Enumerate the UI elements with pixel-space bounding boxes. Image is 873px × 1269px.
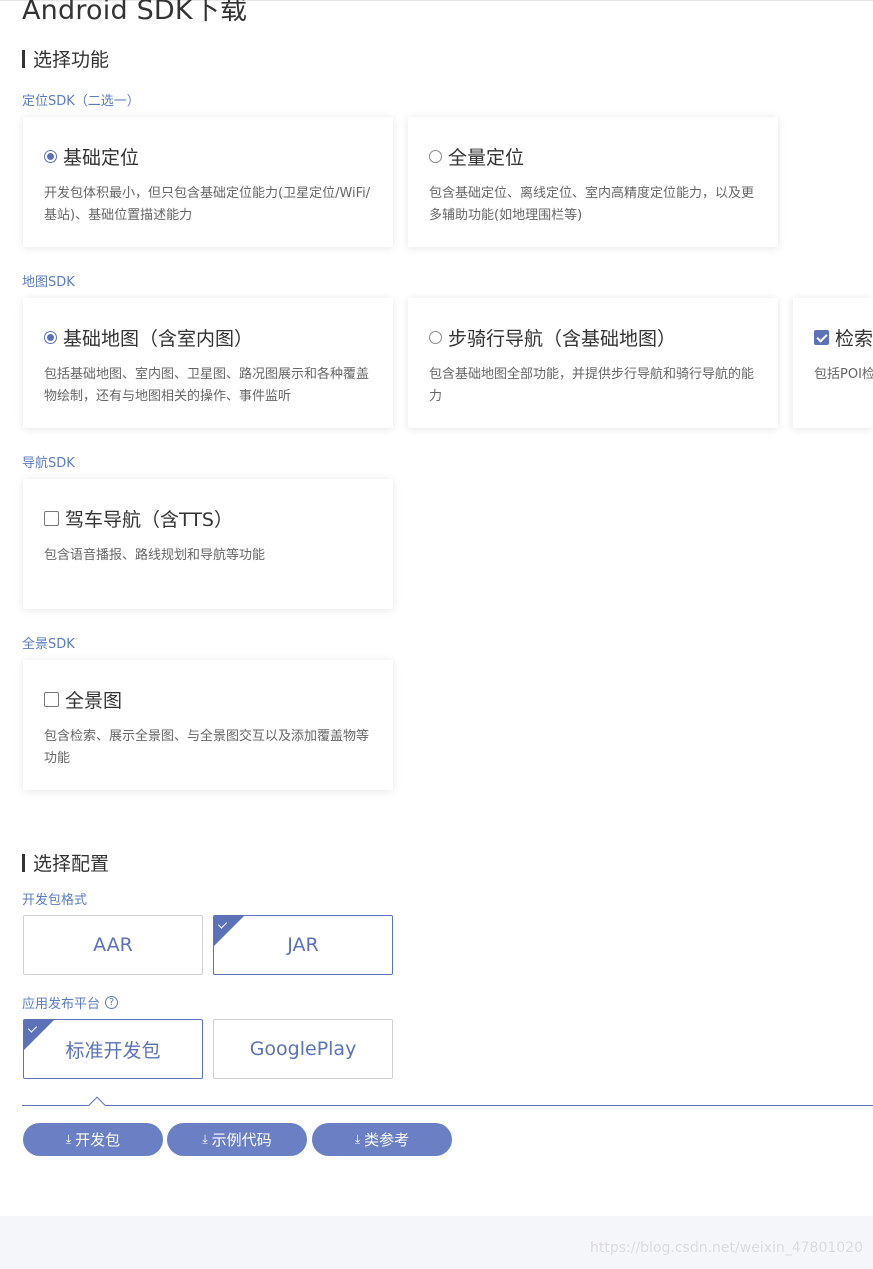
card-name: 全景图 (65, 690, 123, 712)
card-full-location[interactable]: 全量定位 包含基础定位、离线定位、室内高精度定位能力，以及更多辅助功能(如地理围… (408, 117, 778, 247)
group-label-map: 地图SDK (22, 275, 75, 290)
config-section-title: 选择配置 (33, 853, 110, 875)
card-name: 全量定位 (448, 147, 525, 169)
card-walk-ride-navigation[interactable]: 步骑行导航（含基础地图） 包含基础地图全部功能，并提供步行导航和骑行导航的能力 (408, 298, 778, 428)
package-format-label: 开发包格式 (22, 893, 88, 908)
card-panorama[interactable]: 全景图 包含检索、展示全景图、与全景图交互以及添加覆盖物等功能 (23, 660, 393, 790)
selected-corner (214, 916, 244, 946)
card-basic-location[interactable]: 基础定位 开发包体积最小，但只包含基础定位能力(卫星定位/WiFi/基站)、基础… (23, 117, 393, 247)
radio-button[interactable] (44, 150, 57, 163)
feature-section-header: 选择功能 (22, 45, 109, 72)
option-label: 标准开发包 (65, 1039, 161, 1062)
divider-notch (88, 1096, 106, 1114)
checkbox[interactable] (44, 692, 59, 707)
platform-label-row: 应用发布平台 ? (22, 993, 119, 1012)
button-label: 开发包 (75, 1131, 121, 1149)
download-icon: ⤓ (65, 1132, 72, 1146)
checkbox[interactable] (814, 330, 829, 345)
section-marker (22, 49, 25, 68)
group-label-panorama: 全景SDK (22, 637, 75, 652)
button-label: 示例代码 (211, 1131, 272, 1149)
divider (22, 1105, 873, 1106)
card-name: 基础定位 (63, 147, 140, 169)
option-jar[interactable]: JAR (213, 915, 393, 975)
group-label-navigation: 导航SDK (22, 456, 75, 471)
card-name: 检索 (835, 328, 873, 350)
platform-label: 应用发布平台 (22, 997, 101, 1012)
watermark: https://blog.csdn.net/weixin_47801020 (589, 1240, 863, 1256)
page-title: Android SDK下载 (22, 0, 248, 26)
help-icon[interactable]: ? (105, 996, 119, 1009)
download-icon: ⤓ (354, 1132, 361, 1146)
card-description: 包括POI检 (814, 367, 873, 382)
download-class-reference-button[interactable]: ⤓ 类参考 (312, 1123, 452, 1156)
card-description: 包括基础地图、室内图、卫星图、路况图展示和各种覆盖物绘制，还有与地图相关的操作、… (44, 367, 370, 404)
button-label: 类参考 (364, 1131, 410, 1149)
download-sample-code-button[interactable]: ⤓ 示例代码 (167, 1123, 307, 1156)
option-standard-package[interactable]: 标准开发包 (23, 1019, 203, 1079)
card-name: 步骑行导航（含基础地图） (448, 328, 677, 350)
radio-button[interactable] (429, 150, 442, 163)
group-label-location: 定位SDK（二选一） (22, 94, 140, 109)
download-sdk-button[interactable]: ⤓ 开发包 (23, 1123, 163, 1156)
radio-button[interactable] (429, 331, 442, 344)
feature-section-title: 选择功能 (33, 49, 110, 71)
card-name: 驾车导航（含TTS） (65, 509, 233, 531)
option-googleplay[interactable]: GooglePlay (213, 1019, 393, 1079)
option-aar[interactable]: AAR (23, 915, 203, 975)
card-driving-navigation[interactable]: 驾车导航（含TTS） 包含语音播报、路线规划和导航等功能 (23, 479, 393, 609)
section-marker (22, 853, 25, 872)
radio-button[interactable] (44, 331, 57, 344)
option-label: JAR (287, 934, 319, 956)
card-name: 基础地图（含室内图） (63, 328, 254, 350)
card-description: 包含基础地图全部功能，并提供步行导航和骑行导航的能力 (429, 367, 755, 404)
card-description: 包含基础定位、离线定位、室内高精度定位能力，以及更多辅助功能(如地理围栏等) (429, 186, 755, 223)
card-description: 包含检索、展示全景图、与全景图交互以及添加覆盖物等功能 (44, 729, 370, 766)
option-label: GooglePlay (249, 1038, 357, 1060)
card-basic-map[interactable]: 基础地图（含室内图） 包括基础地图、室内图、卫星图、路况图展示和各种覆盖物绘制，… (23, 298, 393, 428)
card-description: 包含语音播报、路线规划和导航等功能 (44, 548, 266, 563)
option-label: AAR (93, 934, 133, 956)
card-search[interactable]: 检索 包括POI检 (793, 298, 873, 428)
download-icon: ⤓ (202, 1132, 208, 1146)
config-section-header: 选择配置 (22, 849, 109, 876)
card-description: 开发包体积最小，但只包含基础定位能力(卫星定位/WiFi/基站)、基础位置描述能… (44, 186, 371, 223)
selected-corner (24, 1020, 54, 1050)
checkbox[interactable] (44, 511, 59, 526)
